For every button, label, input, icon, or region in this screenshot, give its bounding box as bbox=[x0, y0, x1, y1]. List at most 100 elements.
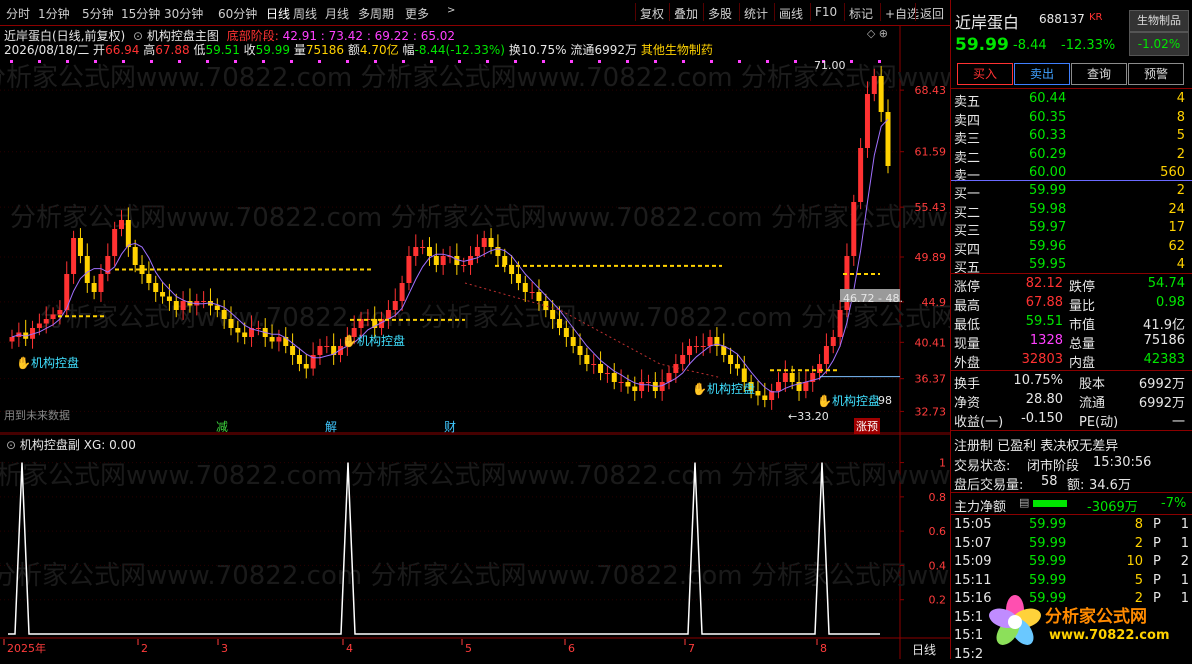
main-chart-panel[interactable]: 分析家公式网www.70822.com 分析家公式网www.70822.com … bbox=[0, 26, 1173, 435]
toolbar-button-4[interactable]: 画线 bbox=[779, 5, 803, 22]
period-tab-9[interactable]: 多周期 bbox=[358, 5, 394, 22]
tick-row[interactable]: 15:07 59.99 2 P 1 bbox=[951, 535, 1192, 553]
period-tab-6[interactable]: 日线 bbox=[266, 5, 290, 22]
tick-row[interactable]: 15:11 59.99 5 P 1 bbox=[951, 572, 1192, 590]
stat-value: 54.74 bbox=[1147, 276, 1185, 291]
signal-dot bbox=[710, 60, 713, 63]
book-row[interactable]: 买四 59.96 62 bbox=[951, 238, 1192, 258]
status-time: 15:30:56 bbox=[1093, 455, 1152, 470]
period-tab-4[interactable]: 30分钟 bbox=[164, 5, 203, 22]
stat-value: 10.75% bbox=[1013, 373, 1063, 388]
candle-body bbox=[420, 247, 426, 248]
sub-y-tick-label: 0.2 bbox=[929, 594, 947, 607]
book-label: 卖三 bbox=[954, 132, 981, 147]
book-row[interactable]: 买二 59.98 24 bbox=[951, 201, 1192, 221]
high-value: 67.88 bbox=[155, 43, 190, 57]
book-row[interactable]: 买五 59.95 4 bbox=[951, 256, 1192, 276]
low-label: 低 bbox=[193, 43, 206, 57]
stat-label: 市值 bbox=[1069, 318, 1096, 333]
candle-body bbox=[864, 94, 870, 148]
candle-body bbox=[529, 292, 535, 293]
logo-text: 分析家公式网 bbox=[1045, 607, 1147, 627]
signal-dot bbox=[598, 60, 601, 63]
jgkp-text: 机构控盘 bbox=[831, 394, 880, 408]
period-tab-7[interactable]: 周线 bbox=[293, 5, 317, 22]
tick-row[interactable]: 15:05 59.99 8 P 1 bbox=[951, 516, 1192, 534]
tick-row[interactable]: 15:09 59.99 10 P 2 bbox=[951, 553, 1192, 571]
stat-label: 跌停 bbox=[1069, 280, 1096, 295]
stat-label: 量比 bbox=[1069, 299, 1096, 314]
candle-body bbox=[235, 328, 241, 333]
event-jie[interactable]: 解 bbox=[325, 418, 337, 435]
period-tab-1[interactable]: 1分钟 bbox=[38, 5, 70, 22]
toolbar-button-1[interactable]: 叠加 bbox=[674, 5, 698, 22]
stat-value: 75186 bbox=[1143, 333, 1185, 348]
candle-body bbox=[413, 247, 419, 256]
stat-value: -0.150 bbox=[1021, 411, 1063, 426]
candle-body bbox=[755, 391, 761, 396]
stat-label: 换手 bbox=[954, 377, 981, 392]
toolbar-button-8[interactable]: 返回 bbox=[920, 5, 944, 22]
period-tab-0[interactable]: 分时 bbox=[6, 5, 30, 22]
stock-name: 近岸蛋白 bbox=[955, 13, 1020, 32]
y-tick-label: 55.43 bbox=[915, 201, 947, 214]
book-label: 买一 bbox=[954, 187, 981, 202]
event-zhangyu[interactable]: 涨预 bbox=[854, 418, 880, 434]
event-cai[interactable]: 财 bbox=[444, 418, 456, 435]
book-volume: 24 bbox=[1168, 201, 1185, 217]
tick-time: 15:09 bbox=[954, 554, 992, 569]
period-tab-3[interactable]: 15分钟 bbox=[121, 5, 160, 22]
event-jian[interactable]: 减 bbox=[216, 418, 228, 435]
candle-body bbox=[488, 238, 494, 247]
jgkp-text: 机构控盘 bbox=[356, 334, 405, 348]
book-row[interactable]: 卖四 60.35 8 bbox=[951, 109, 1192, 129]
chart-options-icon[interactable]: ◇ ⊕ bbox=[867, 27, 888, 40]
sub-y-tick-label: 0.6 bbox=[929, 525, 947, 538]
candlestick-chart[interactable]: 分析家公式网www.70822.com 分析家公式网www.70822.com … bbox=[0, 26, 1173, 434]
toolbar-button-3[interactable]: 统计 bbox=[744, 5, 768, 22]
candle-body bbox=[180, 301, 186, 310]
candle-body bbox=[639, 382, 645, 391]
period-tab-10[interactable]: 更多 bbox=[405, 5, 429, 22]
book-row[interactable]: 卖五 60.44 4 bbox=[951, 90, 1192, 110]
list-icon[interactable]: ▤ bbox=[1019, 496, 1029, 509]
candle-body bbox=[228, 319, 234, 328]
period-tab-8[interactable]: 月线 bbox=[325, 5, 349, 22]
sell-button[interactable]: 卖出 bbox=[1014, 63, 1070, 85]
toolbar-button-7[interactable]: +自选 bbox=[885, 5, 919, 22]
hand-icon: ✋ bbox=[817, 394, 832, 408]
logo-url: www.70822.com bbox=[1049, 628, 1170, 643]
more-chevron-icon[interactable]: > bbox=[447, 5, 455, 16]
book-row[interactable]: 卖三 60.33 5 bbox=[951, 127, 1192, 147]
signal-dot bbox=[766, 60, 769, 63]
period-tab-5[interactable]: 60分钟 bbox=[218, 5, 257, 22]
toolbar-button-6[interactable]: 标记 bbox=[849, 5, 873, 22]
toolbar-button-5[interactable]: F10 bbox=[815, 5, 837, 19]
book-row[interactable]: 买一 59.99 2 bbox=[951, 182, 1192, 202]
candle-body bbox=[762, 395, 768, 400]
buy-button[interactable]: 买入 bbox=[957, 63, 1013, 85]
sub-chart-panel[interactable]: 分析家公式网www.70822.com 分析家公式网www.70822.com … bbox=[0, 433, 1143, 664]
book-row[interactable]: 买三 59.97 17 bbox=[951, 219, 1192, 239]
float-value: 6992万 bbox=[594, 43, 637, 57]
book-volume: 17 bbox=[1168, 220, 1185, 235]
alert-button[interactable]: 预警 bbox=[1128, 63, 1184, 85]
signal-dot bbox=[738, 60, 741, 63]
tick-time: 15:1 bbox=[954, 628, 984, 643]
toolbar-button-0[interactable]: 复权 bbox=[640, 5, 664, 22]
indicator-toggle-icon[interactable]: ⊙ bbox=[6, 438, 16, 452]
spike-indicator-chart[interactable]: 分析家公式网www.70822.com 分析家公式网www.70822.com … bbox=[0, 433, 1143, 664]
tick-volume: 5 bbox=[1134, 572, 1143, 588]
sector-badge[interactable]: 生物制品 bbox=[1129, 10, 1189, 32]
query-button[interactable]: 查询 bbox=[1071, 63, 1127, 85]
tick-side: P bbox=[1153, 517, 1161, 532]
candle-body bbox=[290, 346, 296, 355]
sector-label: 其他生物制药 bbox=[640, 43, 713, 57]
period-tab-2[interactable]: 5分钟 bbox=[82, 5, 114, 22]
book-label: 卖二 bbox=[954, 150, 981, 166]
toolbar-button-2[interactable]: 多股 bbox=[708, 5, 732, 22]
book-row[interactable]: 卖二 60.29 2 bbox=[951, 146, 1192, 166]
sub-indicator-name[interactable]: 机构控盘副 bbox=[20, 438, 80, 452]
site-logo: 分析家公式网 www.70822.com bbox=[987, 592, 1191, 654]
amount-label: 额 bbox=[347, 43, 360, 57]
